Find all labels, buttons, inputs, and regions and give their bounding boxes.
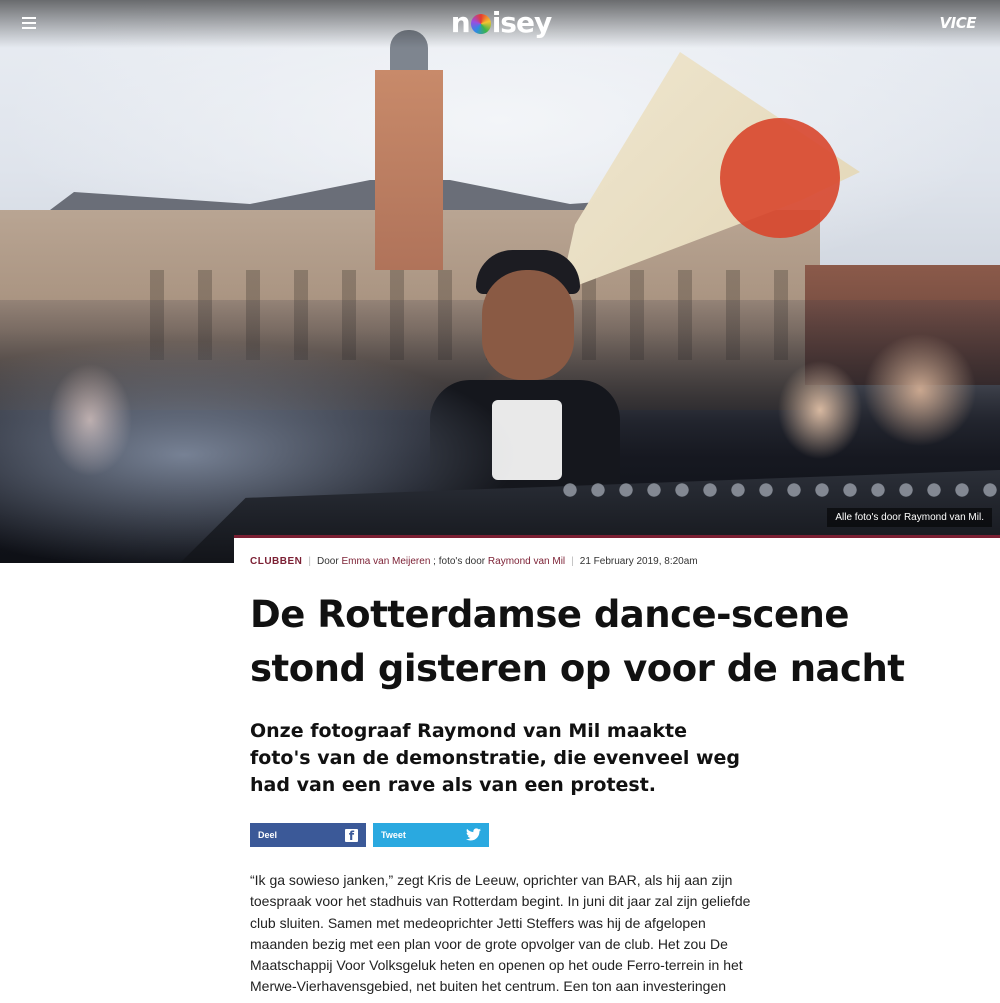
- photo-credit-label: ; foto's door: [433, 556, 486, 567]
- twitter-bird-icon: [466, 827, 481, 843]
- twitter-share-label: Tweet: [381, 830, 406, 840]
- article-meta: CLUBBEN | Door Emma van Meijeren ; foto's …: [250, 556, 698, 567]
- mixer-knobs: [560, 478, 1000, 502]
- by-label: Door: [317, 556, 339, 567]
- facebook-icon: f: [345, 828, 358, 843]
- meta-divider: |: [571, 556, 574, 567]
- publish-date: 21 February 2019, 8:20am: [579, 556, 698, 567]
- top-navigation-bar: n isey VICE: [0, 0, 1000, 48]
- article-dek: Onze fotograaf Raymond van Mil maakte fo…: [250, 720, 741, 796]
- color-wheel-o-icon: [470, 14, 491, 34]
- article-body-paragraph: “Ik ga sowieso janken,” zegt Kris de Lee…: [250, 872, 751, 995]
- clock-tower: [375, 70, 443, 270]
- photographer-link[interactable]: Raymond van Mil: [488, 556, 565, 567]
- vice-logo[interactable]: VICE: [932, 14, 977, 32]
- article-title: De Rotterdamse dance-scene stond gistere…: [250, 593, 905, 690]
- hamburger-menu-icon[interactable]: [22, 17, 36, 29]
- meta-divider: |: [308, 556, 311, 567]
- flag-red-circle: [720, 118, 840, 238]
- author-link[interactable]: Emma van Meijeren: [341, 556, 430, 567]
- facebook-share-label: Deel: [258, 830, 278, 840]
- noisey-logo[interactable]: n isey: [446, 6, 556, 40]
- photo-caption: Alle foto's door Raymond van Mil.: [827, 508, 992, 527]
- article-content: CLUBBEN | Door Emma van Meijeren ; foto's …: [234, 535, 1000, 1003]
- twitter-share-button[interactable]: Tweet: [373, 823, 489, 847]
- category-link[interactable]: CLUBBEN: [250, 556, 302, 567]
- hero-image: [0, 0, 1000, 563]
- facebook-share-button[interactable]: Deel f: [250, 823, 366, 847]
